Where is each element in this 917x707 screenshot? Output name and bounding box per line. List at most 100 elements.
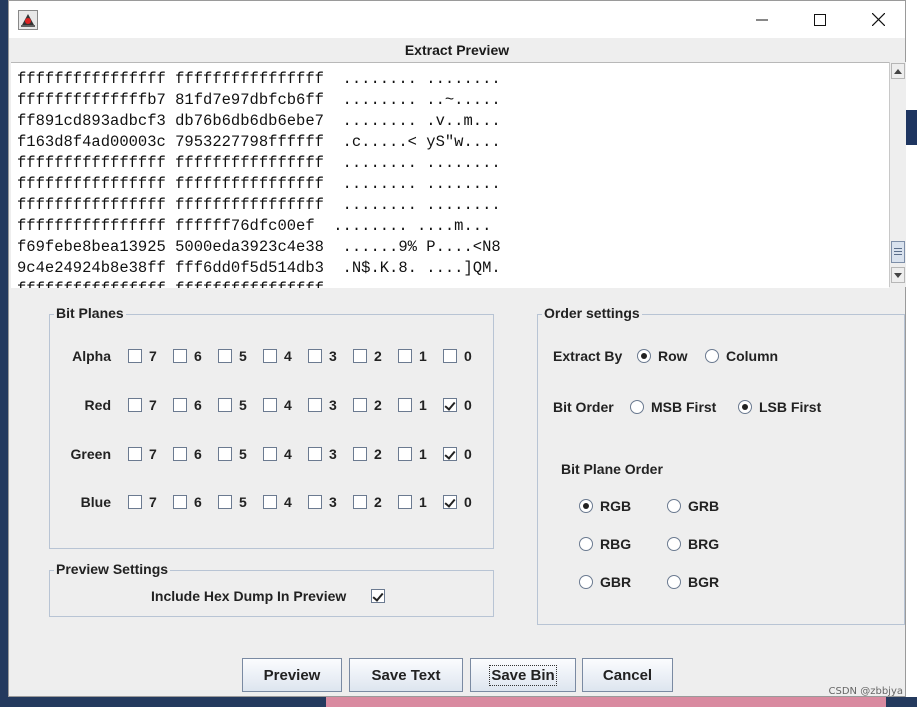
background-pink-band xyxy=(326,697,886,707)
maximize-button[interactable] xyxy=(791,1,849,38)
bit-checkbox[interactable] xyxy=(353,495,367,509)
watermark-text: CSDN @zbbjya xyxy=(828,686,903,697)
bit-number-label: 5 xyxy=(239,494,247,510)
bit-checkbox[interactable] xyxy=(128,398,142,412)
bit-checkbox[interactable] xyxy=(218,398,232,412)
bit-number-label: 7 xyxy=(149,348,157,364)
extract-by-column-radio[interactable] xyxy=(705,349,719,363)
bit-checkbox[interactable] xyxy=(398,349,412,363)
plane-order-radio-grb[interactable] xyxy=(667,499,681,513)
bit-number-label: 7 xyxy=(149,494,157,510)
plane-order-radio-gbr[interactable] xyxy=(579,575,593,589)
bit-checkbox[interactable] xyxy=(173,349,187,363)
bit-checkbox[interactable] xyxy=(218,495,232,509)
preview-button[interactable]: Preview xyxy=(242,658,342,692)
hex-dump-checkbox[interactable] xyxy=(371,589,385,603)
plane-order-label: GRB xyxy=(688,498,720,514)
bit-checkbox[interactable] xyxy=(353,349,367,363)
scroll-thumb[interactable] xyxy=(891,241,905,263)
bit-checkbox[interactable] xyxy=(308,398,322,412)
bit-number-label: 4 xyxy=(284,348,292,364)
java-duke-icon xyxy=(18,10,38,30)
plane-order-radio-bgr[interactable] xyxy=(667,575,681,589)
bit-checkbox[interactable] xyxy=(263,447,277,461)
bit-checkbox[interactable] xyxy=(398,398,412,412)
bit-number-label: 0 xyxy=(464,494,472,510)
save-text-button[interactable]: Save Text xyxy=(349,658,463,692)
hex-line: ffffffffffffffb7 81fd7e97dbfcb6ff ......… xyxy=(17,91,501,109)
bit-number-label: 3 xyxy=(329,348,337,364)
bit-checkbox[interactable] xyxy=(443,398,457,412)
bit-number-label: 5 xyxy=(239,348,247,364)
bit-checkbox[interactable] xyxy=(173,398,187,412)
bit-checkbox[interactable] xyxy=(353,398,367,412)
lsb-first-label: LSB First xyxy=(759,399,822,415)
hex-dump-label: Include Hex Dump In Preview xyxy=(151,588,347,604)
bit-checkbox[interactable] xyxy=(263,495,277,509)
bit-number-label: 5 xyxy=(239,446,247,462)
title-bar[interactable] xyxy=(9,1,905,38)
hex-line: ff891cd893adbcf3 db76b6db6db6ebe7 ......… xyxy=(17,112,501,130)
scroll-down-button[interactable] xyxy=(891,267,905,283)
scroll-up-button[interactable] xyxy=(891,63,905,79)
bit-number-label: 3 xyxy=(329,397,337,413)
save-bin-button[interactable]: Save Bin xyxy=(470,658,576,692)
bit-row-label: Red xyxy=(84,397,111,413)
lsb-first-radio[interactable] xyxy=(738,400,752,414)
bit-checkbox[interactable] xyxy=(128,447,142,461)
bit-number-label: 0 xyxy=(464,397,472,413)
bit-checkbox[interactable] xyxy=(398,495,412,509)
bit-checkbox[interactable] xyxy=(128,349,142,363)
hex-line: ffffffffffffffff ffffffffffffffff ......… xyxy=(17,70,501,88)
hex-line: f69febe8bea13925 5000eda3923c4e38 ......… xyxy=(17,238,501,256)
bit-checkbox[interactable] xyxy=(263,349,277,363)
hex-line: ffffffffffffffff ffffff76dfc00ef .......… xyxy=(17,217,492,235)
bit-checkbox[interactable] xyxy=(443,349,457,363)
plane-order-radio-brg[interactable] xyxy=(667,537,681,551)
extract-by-row-label: Row xyxy=(658,348,688,364)
bit-row-label: Blue xyxy=(80,494,111,510)
cancel-button[interactable]: Cancel xyxy=(582,658,673,692)
plane-order-radio-rbg[interactable] xyxy=(579,537,593,551)
preview-settings-title: Preview Settings xyxy=(54,561,171,577)
bit-number-label: 6 xyxy=(194,348,202,364)
bit-checkbox[interactable] xyxy=(218,447,232,461)
bit-checkbox[interactable] xyxy=(173,447,187,461)
bit-row-label: Green xyxy=(70,446,111,462)
hex-line: ffffffffffffffff ffffffffffffffff ......… xyxy=(17,175,501,193)
bit-number-label: 6 xyxy=(194,446,202,462)
bit-number-label: 3 xyxy=(329,494,337,510)
bit-checkbox[interactable] xyxy=(173,495,187,509)
bit-number-label: 7 xyxy=(149,397,157,413)
preview-scrollbar[interactable] xyxy=(889,62,906,287)
close-button[interactable] xyxy=(849,1,907,38)
bit-checkbox[interactable] xyxy=(353,447,367,461)
extract-by-label: Extract By xyxy=(553,348,623,364)
bit-checkbox[interactable] xyxy=(218,349,232,363)
plane-order-radio-rgb[interactable] xyxy=(579,499,593,513)
bit-checkbox[interactable] xyxy=(443,495,457,509)
bit-number-label: 1 xyxy=(419,348,427,364)
bit-checkbox[interactable] xyxy=(128,495,142,509)
bit-number-label: 0 xyxy=(464,446,472,462)
bit-checkbox[interactable] xyxy=(308,447,322,461)
bit-checkbox[interactable] xyxy=(443,447,457,461)
bit-checkbox[interactable] xyxy=(263,398,277,412)
bit-checkbox[interactable] xyxy=(308,495,322,509)
bit-number-label: 1 xyxy=(419,446,427,462)
extract-by-row-radio[interactable] xyxy=(637,349,651,363)
plane-order-label: RGB xyxy=(600,498,632,514)
dialog-title: Extract Preview xyxy=(404,42,510,58)
minimize-button[interactable] xyxy=(733,1,791,38)
plane-order-label: BRG xyxy=(688,536,720,552)
hex-preview-area[interactable]: ffffffffffffffff ffffffffffffffff ......… xyxy=(11,62,889,288)
bit-row-label: Alpha xyxy=(72,348,111,364)
bit-checkbox[interactable] xyxy=(398,447,412,461)
hex-line: ffffffffffffffff ffffffffffffffff ......… xyxy=(17,154,501,172)
maximize-icon xyxy=(814,13,826,26)
msb-first-radio[interactable] xyxy=(630,400,644,414)
bit-number-label: 0 xyxy=(464,348,472,364)
msb-first-label: MSB First xyxy=(651,399,717,415)
bit-checkbox[interactable] xyxy=(308,349,322,363)
hex-line: f163d8f4ad00003c 7953227798ffffff .c....… xyxy=(17,133,501,151)
